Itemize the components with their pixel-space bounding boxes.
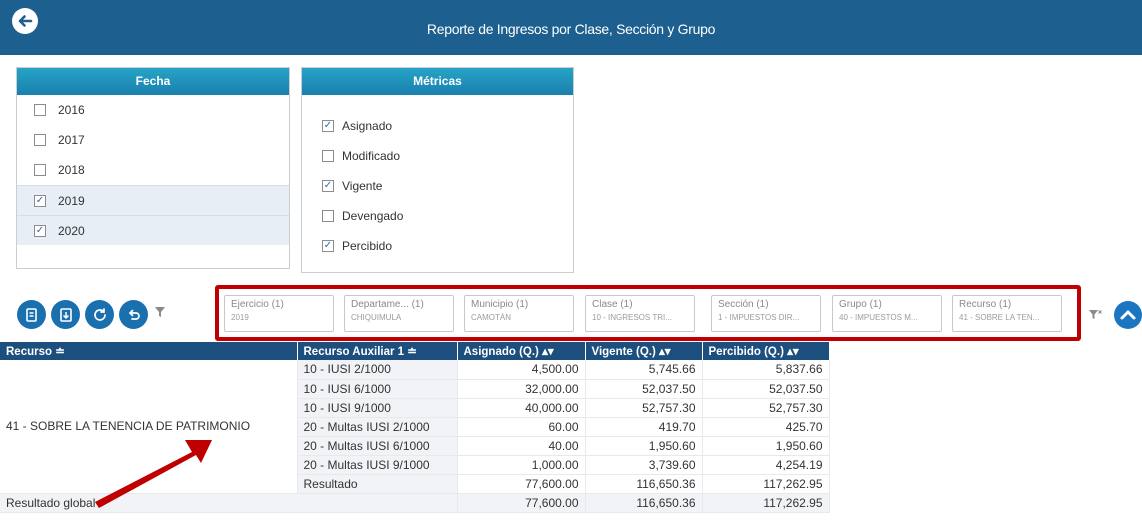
percibido-cell: 4,254.19 <box>702 455 830 475</box>
fecha-item-label: 2019 <box>58 193 85 208</box>
table-row: 41 - SOBRE LA TENENCIA DE PATRIMONIO 10 … <box>0 360 830 494</box>
document-icon <box>25 307 37 322</box>
metrica-modificado[interactable]: Modificado <box>302 141 573 171</box>
vigente-cell: 52,757.30 <box>585 398 703 418</box>
vigente-cell: 5,745.66 <box>585 360 703 380</box>
fecha-item-label: 2017 <box>58 133 85 147</box>
metricas-panel: Métricas ✓ Asignado Modificado ✓ Vigente D… <box>301 67 574 273</box>
metrica-vigente[interactable]: ✓ Vigente <box>302 171 573 201</box>
metricas-panel-title: Métricas <box>302 68 573 95</box>
fecha-item-2018[interactable]: 2018 <box>17 155 289 185</box>
vigente-cell: 1,950.60 <box>585 436 703 456</box>
fecha-item-label: 2020 <box>58 223 85 238</box>
asignado-cell: 32,000.00 <box>457 379 586 399</box>
vigente-cell: 3,739.60 <box>585 455 703 475</box>
aux-cell: 10 - IUSI 9/1000 <box>297 398 458 418</box>
metrica-devengado[interactable]: Devengado <box>302 201 573 231</box>
download-button[interactable] <box>51 300 80 329</box>
percibido-cell: 1,950.60 <box>702 436 830 456</box>
resultado-label: Resultado <box>297 474 458 494</box>
aux-cell: 20 - Multas IUSI 9/1000 <box>297 455 458 475</box>
checkbox[interactable] <box>34 104 46 116</box>
undo-icon <box>128 309 140 320</box>
fecha-item-2017[interactable]: 2017 <box>17 125 289 155</box>
report-table: Recurso ≐ Recurso Auxiliar 1 ≐ Asignado … <box>0 342 830 513</box>
asignado-cell: 1,000.00 <box>457 455 586 475</box>
col-header-recurso[interactable]: Recurso ≐ <box>0 342 298 360</box>
vigente-cell: 52,037.50 <box>585 379 703 399</box>
percibido-cell: 5,837.66 <box>702 360 830 380</box>
collapse-up-button[interactable] <box>1114 301 1142 329</box>
grand-total-row: Resultado global 77,600.00 116,650.36 11… <box>0 493 830 513</box>
sort-icon[interactable]: ≐ <box>407 346 417 358</box>
vigente-cell: 116,650.36 <box>585 474 703 494</box>
metrica-label: Percibido <box>342 239 393 253</box>
fecha-filter-panel: Fecha 2016 2017 2018 ✓ 2019 ✓ 2020 <box>16 67 290 269</box>
checkbox[interactable] <box>322 210 334 222</box>
aux-cell: 20 - Multas IUSI 2/1000 <box>297 417 458 437</box>
refresh-icon <box>93 307 106 321</box>
fecha-item-2016[interactable]: 2016 <box>17 95 289 125</box>
percibido-cell: 52,037.50 <box>702 379 830 399</box>
fecha-panel-title: Fecha <box>17 68 289 95</box>
asignado-cell: 40.00 <box>457 436 586 456</box>
asignado-cell: 40,000.00 <box>457 398 586 418</box>
resultado-global-label: Resultado global <box>0 493 458 513</box>
checkbox[interactable] <box>34 164 46 176</box>
vigente-cell: 116,650.36 <box>585 493 703 513</box>
title-bar: Reporte de Ingresos por Clase, Sección y… <box>0 0 1142 55</box>
col-header-vigente[interactable]: Vigente (Q.) ▴▾ <box>585 342 703 360</box>
asignado-cell: 4,500.00 <box>457 360 586 380</box>
metrica-percibido[interactable]: ✓ Percibido <box>302 231 573 261</box>
metrica-label: Devengado <box>342 209 404 223</box>
metrica-asignado[interactable]: ✓ Asignado <box>302 111 573 141</box>
undo-button[interactable] <box>119 300 148 329</box>
aux-cell: 20 - Multas IUSI 6/1000 <box>297 436 458 456</box>
filter-icon[interactable] <box>154 306 166 321</box>
checkbox[interactable]: ✓ <box>322 120 334 132</box>
checkbox[interactable]: ✓ <box>34 224 46 237</box>
fecha-item-label: 2016 <box>58 103 85 117</box>
percibido-cell: 117,262.95 <box>702 474 830 494</box>
vigente-cell: 419.70 <box>585 417 703 437</box>
metrica-label: Vigente <box>342 179 383 193</box>
chevron-up-icon <box>1120 310 1136 320</box>
asignado-cell: 60.00 <box>457 417 586 437</box>
aux-cell: 10 - IUSI 2/1000 <box>297 360 458 380</box>
export-document-button[interactable] <box>17 300 46 329</box>
fecha-item-label: 2018 <box>58 163 85 177</box>
page-title: Reporte de Ingresos por Clase, Sección y… <box>426 21 716 37</box>
fecha-item-2019[interactable]: ✓ 2019 <box>17 185 289 215</box>
checkbox[interactable] <box>34 134 46 146</box>
col-header-percibido[interactable]: Percibido (Q.) ▴▾ <box>702 342 830 360</box>
percibido-cell: 117,262.95 <box>702 493 830 513</box>
checkbox[interactable]: ✓ <box>322 240 334 252</box>
aux-cell: 10 - IUSI 6/1000 <box>297 379 458 399</box>
percibido-cell: 52,757.30 <box>702 398 830 418</box>
col-header-recurso-auxiliar[interactable]: Recurso Auxiliar 1 ≐ <box>297 342 458 360</box>
annotation-highlight-frame <box>215 285 1081 341</box>
clear-filter-icon[interactable] <box>1088 309 1102 324</box>
sort-icon[interactable]: ≐ <box>55 346 65 358</box>
percibido-cell: 425.70 <box>702 417 830 437</box>
recurso-cell: 41 - SOBRE LA TENENCIA DE PATRIMONIO <box>0 360 298 494</box>
table-header-row: Recurso ≐ Recurso Auxiliar 1 ≐ Asignado … <box>0 342 830 360</box>
sort-icon[interactable]: ▴▾ <box>542 346 554 358</box>
asignado-cell: 77,600.00 <box>457 493 586 513</box>
refresh-button[interactable] <box>85 300 114 329</box>
asignado-cell: 77,600.00 <box>457 474 586 494</box>
download-icon <box>59 307 72 322</box>
checkbox[interactable] <box>322 150 334 162</box>
fecha-item-2020[interactable]: ✓ 2020 <box>17 215 289 245</box>
metrica-label: Modificado <box>342 149 401 163</box>
checkbox[interactable]: ✓ <box>322 180 334 192</box>
col-header-asignado[interactable]: Asignado (Q.) ▴▾ <box>457 342 586 360</box>
sort-icon[interactable]: ▴▾ <box>787 346 799 358</box>
metrica-label: Asignado <box>342 119 393 133</box>
sort-icon[interactable]: ▴▾ <box>659 346 671 358</box>
checkbox[interactable]: ✓ <box>34 194 46 207</box>
